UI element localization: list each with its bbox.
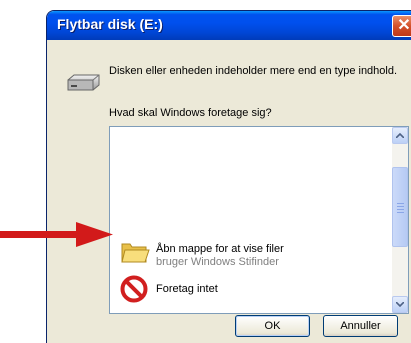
option-sublabel: bruger Windows Stifinder: [156, 256, 279, 268]
dialog-message: Disken eller enheden indeholder mere end…: [109, 65, 398, 77]
cancel-button[interactable]: Annuller: [323, 315, 398, 337]
autoplay-dialog: Flytbar disk (E:) ✕ Disken eller enheden…: [46, 10, 411, 343]
title-bar: Flytbar disk (E:) ✕: [47, 11, 411, 40]
close-button[interactable]: ✕: [392, 15, 411, 37]
window-title: Flytbar disk (E:): [57, 16, 163, 32]
red-arrow-icon: [0, 222, 113, 247]
dialog-body: Disken eller enheden indeholder mere end…: [47, 40, 411, 343]
folder-icon: [121, 243, 150, 263]
list-item-open-folder[interactable]: Åbn mappe for at vise filer bruger Windo…: [116, 235, 386, 269]
dialog-question: Hvad skal Windows foretage sig?: [109, 107, 272, 119]
option-label: Foretag intet: [156, 283, 218, 295]
action-listbox[interactable]: Åbn mappe for at vise filer bruger Windo…: [109, 126, 409, 314]
close-icon: ✕: [397, 17, 411, 34]
ok-button[interactable]: OK: [235, 315, 310, 337]
option-label: Åbn mappe for at vise filer: [156, 243, 284, 255]
thumb-grip: [397, 206, 404, 207]
thumb-grip: [397, 203, 404, 204]
no-action-icon: [120, 275, 148, 303]
thumb-grip: [397, 212, 404, 213]
thumb-grip: [397, 209, 404, 210]
scroll-up-button[interactable]: [392, 127, 408, 144]
scroll-thumb[interactable]: [392, 167, 408, 247]
removable-drive-icon: [67, 74, 100, 91]
scroll-down-button[interactable]: [392, 296, 408, 313]
list-item-no-action[interactable]: Foretag intet: [116, 273, 386, 307]
chevron-up-icon: [396, 133, 404, 138]
chevron-down-icon: [396, 302, 404, 307]
vertical-scrollbar[interactable]: [392, 127, 408, 313]
